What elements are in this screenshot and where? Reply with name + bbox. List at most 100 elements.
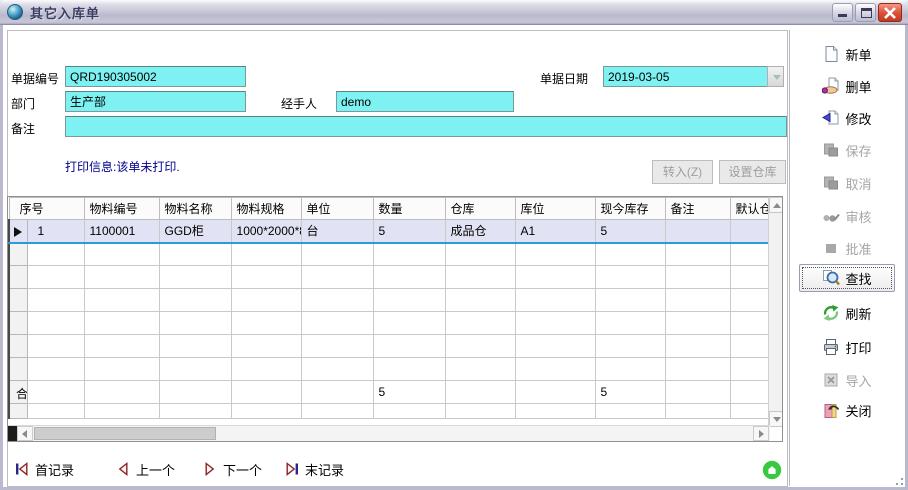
empty-cell[interactable]	[445, 335, 515, 358]
audit-button[interactable]: 审核	[799, 202, 895, 230]
horizontal-scroll-thumb[interactable]	[34, 427, 216, 440]
empty-cell[interactable]	[445, 404, 515, 419]
modify-doc-button[interactable]: 修改	[799, 104, 895, 132]
empty-cell[interactable]	[515, 266, 595, 289]
empty-cell[interactable]	[231, 335, 301, 358]
empty-cell[interactable]	[301, 266, 373, 289]
empty-cell[interactable]	[27, 404, 84, 419]
empty-cell[interactable]	[730, 312, 771, 335]
empty-cell[interactable]	[27, 312, 84, 335]
nav-previous-record[interactable]: 上一个	[116, 459, 175, 479]
empty-cell[interactable]	[231, 312, 301, 335]
handler-field[interactable]	[336, 91, 514, 112]
cell-remark[interactable]	[665, 220, 730, 243]
row-selector[interactable]	[9, 312, 27, 335]
row-selector[interactable]	[9, 404, 27, 419]
empty-cell[interactable]	[301, 335, 373, 358]
empty-cell[interactable]	[27, 335, 84, 358]
delete-doc-button[interactable]: 删单	[799, 72, 895, 100]
save-button[interactable]: 保存	[799, 136, 895, 164]
empty-cell[interactable]	[373, 404, 445, 419]
empty-cell[interactable]	[665, 404, 730, 419]
empty-cell[interactable]	[595, 289, 665, 312]
empty-cell[interactable]	[730, 335, 771, 358]
row-selector[interactable]	[9, 220, 27, 243]
empty-cell[interactable]	[301, 358, 373, 381]
approve-button[interactable]: 批准	[799, 234, 895, 262]
empty-cell[interactable]	[301, 243, 373, 266]
minimize-button[interactable]	[832, 3, 853, 22]
empty-cell[interactable]	[730, 243, 771, 266]
empty-cell[interactable]	[231, 358, 301, 381]
empty-cell[interactable]	[665, 289, 730, 312]
empty-cell[interactable]	[595, 243, 665, 266]
empty-cell[interactable]	[373, 358, 445, 381]
empty-cell[interactable]	[515, 404, 595, 419]
empty-cell[interactable]	[665, 243, 730, 266]
scroll-left-button[interactable]	[17, 426, 33, 441]
cancel-button[interactable]: 取消	[799, 169, 895, 197]
set-warehouse-button[interactable]: 设置仓库	[719, 160, 786, 184]
maximize-button[interactable]	[855, 3, 876, 22]
empty-cell[interactable]	[373, 312, 445, 335]
empty-cell[interactable]	[373, 335, 445, 358]
empty-cell[interactable]	[84, 289, 159, 312]
empty-cell[interactable]	[515, 312, 595, 335]
cell-warehouse[interactable]: 成品仓	[445, 220, 515, 243]
nav-first-record[interactable]: 首记录	[15, 459, 74, 479]
transfer-button[interactable]: 转入(Z)	[652, 160, 713, 184]
row-selector[interactable]	[9, 243, 27, 266]
horizontal-scrollbar[interactable]	[8, 425, 770, 441]
nav-next-record[interactable]: 下一个	[203, 459, 262, 479]
cell-seq[interactable]: 1	[27, 220, 84, 243]
empty-cell[interactable]	[515, 243, 595, 266]
empty-cell[interactable]	[159, 312, 231, 335]
close-button[interactable]	[878, 3, 902, 22]
empty-cell[interactable]	[159, 358, 231, 381]
cell-stock[interactable]: 5	[595, 220, 665, 243]
empty-cell[interactable]	[84, 243, 159, 266]
cell-code[interactable]: 1100001	[84, 220, 159, 243]
empty-cell[interactable]	[595, 266, 665, 289]
empty-cell[interactable]	[301, 289, 373, 312]
refresh-button[interactable]: 刷新	[799, 299, 895, 327]
empty-cell[interactable]	[445, 312, 515, 335]
empty-cell[interactable]	[159, 404, 231, 419]
empty-cell[interactable]	[159, 289, 231, 312]
empty-cell[interactable]	[84, 312, 159, 335]
import-button[interactable]: 导入	[799, 366, 895, 394]
empty-cell[interactable]	[595, 312, 665, 335]
calendar-dropdown-button[interactable]	[767, 66, 784, 87]
row-selector[interactable]	[9, 266, 27, 289]
empty-cell[interactable]	[84, 358, 159, 381]
remarks-field[interactable]	[65, 116, 787, 137]
find-button[interactable]: 查找	[799, 264, 895, 292]
row-selector[interactable]	[9, 335, 27, 358]
cell-spec[interactable]: 1000*2000*80	[231, 220, 301, 243]
empty-cell[interactable]	[730, 266, 771, 289]
empty-cell[interactable]	[159, 243, 231, 266]
empty-cell[interactable]	[159, 335, 231, 358]
empty-cell[interactable]	[665, 312, 730, 335]
empty-cell[interactable]	[595, 335, 665, 358]
empty-cell[interactable]	[373, 266, 445, 289]
empty-cell[interactable]	[730, 289, 771, 312]
scroll-down-button[interactable]	[769, 411, 783, 427]
cell-default-bin[interactable]	[730, 220, 771, 243]
department-field[interactable]	[65, 91, 246, 112]
empty-cell[interactable]	[84, 266, 159, 289]
empty-cell[interactable]	[231, 289, 301, 312]
empty-cell[interactable]	[665, 266, 730, 289]
empty-cell[interactable]	[373, 243, 445, 266]
empty-cell[interactable]	[27, 289, 84, 312]
empty-cell[interactable]	[445, 243, 515, 266]
new-doc-button[interactable]: 新单	[799, 40, 895, 68]
empty-cell[interactable]	[84, 335, 159, 358]
scroll-right-button[interactable]	[753, 426, 769, 441]
scroll-up-button[interactable]	[769, 197, 783, 213]
nav-last-record[interactable]: 末记录	[285, 459, 344, 479]
empty-cell[interactable]	[515, 289, 595, 312]
doc-no-field[interactable]	[65, 66, 246, 87]
print-button[interactable]: 打印	[799, 333, 895, 361]
cell-bin[interactable]: A1	[515, 220, 595, 243]
